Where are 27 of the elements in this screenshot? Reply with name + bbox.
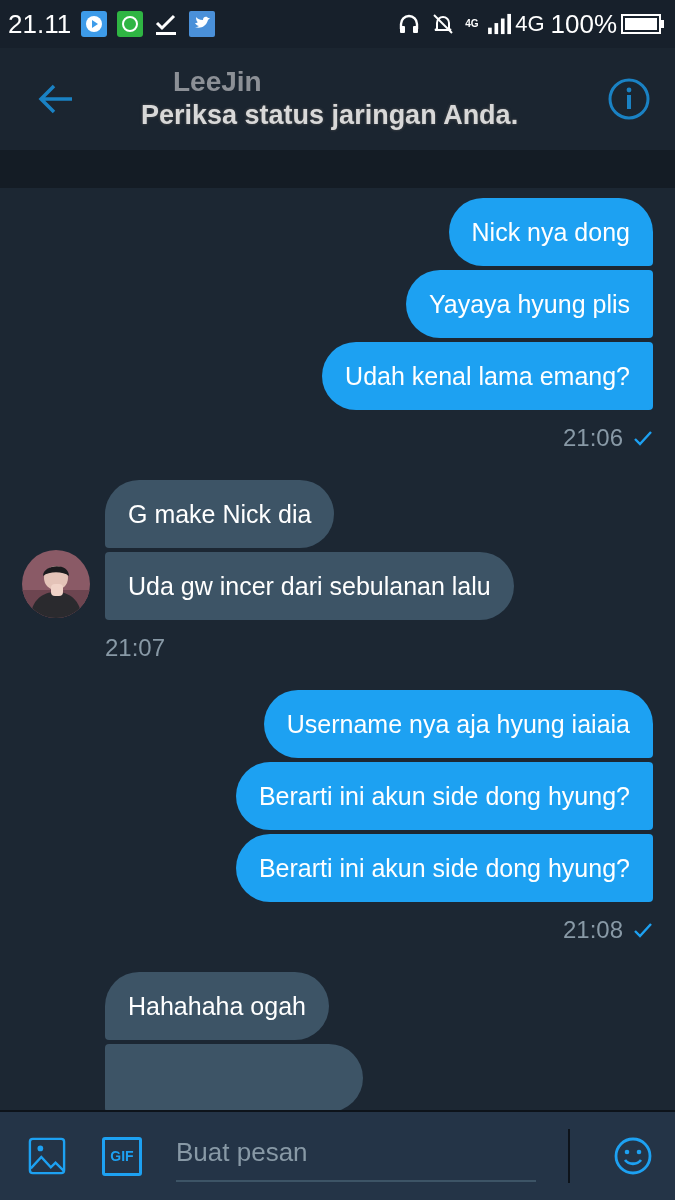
play-app-icon <box>81 11 108 37</box>
message-bubble: Username nya aja hyung iaiaia <box>263 690 653 758</box>
message-bubble: Berarti ini akun side dong hyung? <box>235 834 653 902</box>
info-icon[interactable] <box>607 77 651 121</box>
message-bubble: Uda gw incer dari sebulanan lalu <box>105 552 514 620</box>
message-input[interactable]: Buat pesan <box>176 1136 536 1168</box>
message-bubble: Berarti ini akun side dong hyung? <box>235 762 653 830</box>
network-type: 4G <box>465 19 478 29</box>
toast-message: Periksa status jaringan Anda. <box>141 100 519 131</box>
image-icon[interactable] <box>28 1137 66 1175</box>
message-time: 21:06 <box>562 424 623 452</box>
message-bubble: Hahahaha ogah <box>105 972 329 1040</box>
message-time: 21:07 <box>105 634 166 662</box>
battery-percent: 100% <box>550 8 617 40</box>
message-time: 21:08 <box>562 916 623 944</box>
message-bubble: Nick nya dong <box>448 198 653 266</box>
signal-icon <box>487 13 514 35</box>
emoji-icon[interactable] <box>613 1136 653 1176</box>
network-type: 4G <box>515 11 545 37</box>
battery-icon <box>621 13 665 35</box>
status-time: 21.11 <box>8 8 72 40</box>
gif-button[interactable]: GIF <box>102 1136 142 1176</box>
message-bubble: G make Nick dia <box>105 480 335 548</box>
contact-name: LeeJin <box>173 66 262 98</box>
message-bubble: Yayaya hyung plis <box>405 270 653 338</box>
bird-app-icon <box>189 11 216 37</box>
message-bubble: Udah kenal lama emang? <box>322 342 653 410</box>
